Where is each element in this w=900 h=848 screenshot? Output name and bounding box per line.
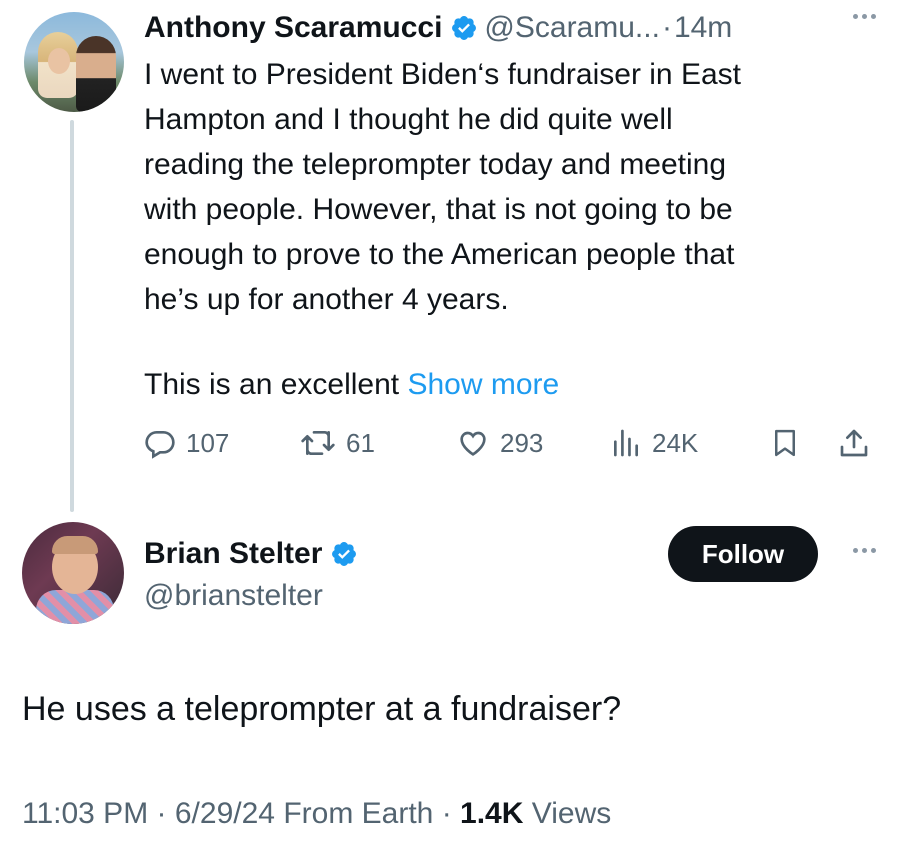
bookmark-icon	[775, 429, 795, 457]
tweet2-views-count[interactable]: 1.4K	[460, 797, 523, 830]
tweet2-name-row: Brian Stelter	[144, 534, 364, 574]
share-icon	[840, 429, 868, 457]
tweet2-text: He uses a teleprompter at a fundraiser?	[22, 690, 622, 728]
tweet2-author-name[interactable]: Brian Stelter	[144, 534, 322, 574]
views-icon	[614, 429, 638, 457]
meta-separator: ·	[156, 797, 167, 830]
share-button[interactable]	[838, 421, 870, 465]
reply-button[interactable]: 107	[144, 421, 229, 465]
tweet2-source: From Earth	[283, 797, 434, 830]
verified-badge-icon	[332, 542, 357, 566]
tweet1-text-tail: This is an excellent Show more	[144, 362, 559, 407]
tweet2-date[interactable]: 6/29/24	[175, 797, 275, 830]
follow-button[interactable]: Follow	[668, 526, 818, 582]
tweet2-meta: 11:03 PM · 6/29/24 From Earth · 1.4K Vie…	[22, 792, 611, 836]
avatar-brian-stelter[interactable]	[22, 522, 124, 624]
tweet1-handle[interactable]: @Scaramu...	[484, 8, 660, 48]
tweet1-more-icon[interactable]	[853, 14, 876, 19]
views-count: 24K	[652, 427, 699, 458]
views-button[interactable]: 24K	[610, 421, 698, 465]
bookmark-button[interactable]	[770, 421, 800, 465]
tweet2-views-label: Views	[531, 797, 612, 830]
tweet2-time[interactable]: 11:03 PM	[22, 797, 148, 830]
retweet-button[interactable]: 61	[300, 421, 375, 465]
retweet-count: 61	[346, 427, 375, 458]
meta-separator: ·	[441, 797, 452, 830]
tweet2-handle[interactable]: @brianstelter	[144, 576, 323, 616]
like-button[interactable]: 293	[456, 421, 543, 465]
like-icon	[460, 431, 486, 456]
tweet1-time-separator: ·	[661, 11, 672, 44]
tweet1-text-continuation: This is an excellent	[144, 368, 400, 401]
retweet-icon	[301, 431, 335, 455]
verified-badge-icon	[452, 16, 477, 40]
tweet1-text: I went to President Biden‘s fundraiser i…	[144, 58, 741, 316]
thread-connector-line	[70, 120, 74, 512]
tweet2-more-icon[interactable]	[853, 548, 876, 553]
reply-icon	[145, 431, 175, 459]
tweet1-timestamp[interactable]: 14m	[674, 8, 732, 48]
reply-count: 107	[186, 427, 230, 458]
avatar-anthony-scaramucci[interactable]	[24, 12, 124, 112]
show-more-link[interactable]: Show more	[407, 368, 559, 401]
like-count: 293	[500, 427, 544, 458]
tweet1-header: Anthony Scaramucci @Scaramu... · 14m	[144, 8, 732, 48]
tweet1-author-name[interactable]: Anthony Scaramucci	[144, 8, 442, 48]
